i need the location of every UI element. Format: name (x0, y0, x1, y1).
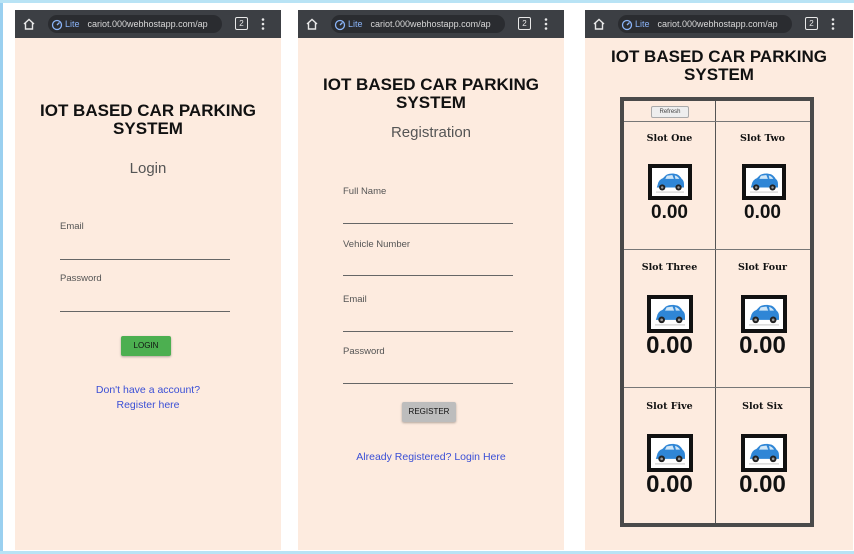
slot-one-value: 0.00 (651, 202, 688, 223)
tab-switcher-icon[interactable]: 2 (235, 17, 248, 30)
row-divider (624, 121, 810, 122)
car-icon (749, 304, 779, 326)
car-icon (749, 443, 779, 465)
slot-six-car-icon (741, 434, 787, 472)
slot-six-name: Slot Six (742, 401, 783, 412)
slot-two-name: Slot Two (739, 133, 786, 144)
slot-two-value: 0.00 (744, 202, 781, 223)
password-field[interactable] (60, 311, 230, 312)
page-title-line2: SYSTEM (684, 65, 754, 84)
vehicle-number-label: Vehicle Number (343, 239, 411, 250)
vehicle-number-field[interactable] (343, 275, 513, 276)
column-divider (715, 101, 716, 523)
register-link-line2[interactable]: Register here (15, 399, 281, 411)
lite-icon (334, 19, 346, 30)
email-field[interactable] (343, 331, 513, 332)
slot-three-name: Slot Three (641, 262, 698, 273)
login-screen: Lite cariot.000webhostapp.com/ap 2 IOT BA… (15, 10, 281, 550)
address-bar[interactable]: Lite cariot.000webhostapp.com/ap (48, 15, 222, 33)
tab-switcher-icon[interactable]: 2 (518, 17, 531, 30)
login-link[interactable]: Already Registered? Login Here (298, 451, 564, 463)
email-label: Email (60, 221, 84, 232)
full-name-field[interactable] (343, 223, 513, 224)
home-icon[interactable] (22, 17, 36, 31)
slot-four-car-icon (741, 295, 787, 333)
home-icon[interactable] (305, 17, 319, 31)
home-icon[interactable] (592, 17, 606, 31)
lite-label: Lite (65, 19, 80, 29)
url-text: cariot.000webhostapp.com/ap (87, 19, 208, 29)
slot-one-name: Slot One (646, 133, 693, 144)
slot-two-car-icon (742, 164, 786, 200)
slot-five-name: Slot Five (646, 401, 693, 412)
registration-screen: Lite cariot.000webhostapp.com/ap 2 IOT BA… (298, 10, 564, 550)
page-title-line2: SYSTEM (396, 93, 466, 112)
url-text: cariot.000webhostapp.com/ap (657, 19, 778, 29)
address-bar[interactable]: Lite cariot.000webhostapp.com/ap (618, 15, 792, 33)
register-button[interactable]: REGISTER (402, 402, 456, 422)
lite-label: Lite (348, 19, 363, 29)
tab-switcher-icon[interactable]: 2 (805, 17, 818, 30)
register-link-line1[interactable]: Don't have a account? (15, 384, 281, 396)
email-label: Email (343, 294, 367, 305)
password-label: Password (60, 273, 102, 284)
lite-icon (621, 19, 633, 30)
slot-three-value: 0.00 (646, 332, 693, 359)
page-title-line1: IOT BASED CAR PARKING (323, 75, 539, 94)
slot-four-name: Slot Four (738, 262, 787, 273)
car-icon (750, 173, 778, 193)
lite-label: Lite (635, 19, 650, 29)
address-bar[interactable]: Lite cariot.000webhostapp.com/ap (331, 15, 505, 33)
password-label: Password (343, 346, 385, 357)
full-name-label: Full Name (343, 186, 387, 197)
row-divider (624, 387, 810, 388)
registration-heading: Registration (390, 124, 472, 141)
page-title-line1: IOT BASED CAR PARKING (40, 101, 256, 120)
lite-icon (51, 19, 63, 30)
browser-toolbar: Lite cariot.000webhostapp.com/ap 2 (298, 10, 564, 38)
slots-dashboard-screen: Lite cariot.000webhostapp.com/ap 2 IOT BA… (585, 10, 853, 550)
car-icon (655, 443, 685, 465)
frame-edge-left (0, 0, 3, 554)
menu-icon[interactable] (544, 17, 548, 31)
slot-six-value: 0.00 (739, 471, 786, 498)
login-button[interactable]: LOGIN (121, 336, 171, 356)
menu-icon[interactable] (831, 17, 835, 31)
page-title-line1: IOT BASED CAR PARKING (611, 47, 827, 66)
slot-one-car-icon (648, 164, 692, 200)
password-field[interactable] (343, 383, 513, 384)
browser-toolbar: Lite cariot.000webhostapp.com/ap 2 (585, 10, 853, 38)
page-title: IOT BASED CAR PARKING SYSTEM (15, 102, 281, 138)
browser-toolbar: Lite cariot.000webhostapp.com/ap 2 (15, 10, 281, 38)
refresh-button[interactable]: Refresh (651, 106, 689, 118)
parking-slots-table: Refresh Slot One 0.00 Slot Two 0.00 Slot… (620, 97, 814, 527)
car-icon (655, 304, 685, 326)
login-heading: Login (129, 160, 167, 177)
url-text: cariot.000webhostapp.com/ap (370, 19, 491, 29)
page-title: IOT BASED CAR PARKING SYSTEM (298, 76, 564, 112)
slot-five-value: 0.00 (646, 471, 693, 498)
slot-five-car-icon (647, 434, 693, 472)
slot-three-car-icon (647, 295, 693, 333)
page-title: IOT BASED CAR PARKING SYSTEM (585, 48, 853, 84)
row-divider (624, 249, 810, 250)
menu-icon[interactable] (261, 17, 265, 31)
frame-edge-top (0, 0, 854, 3)
email-field[interactable] (60, 259, 230, 260)
slot-four-value: 0.00 (739, 332, 786, 359)
car-icon (656, 173, 684, 193)
page-title-line2: SYSTEM (113, 119, 183, 138)
